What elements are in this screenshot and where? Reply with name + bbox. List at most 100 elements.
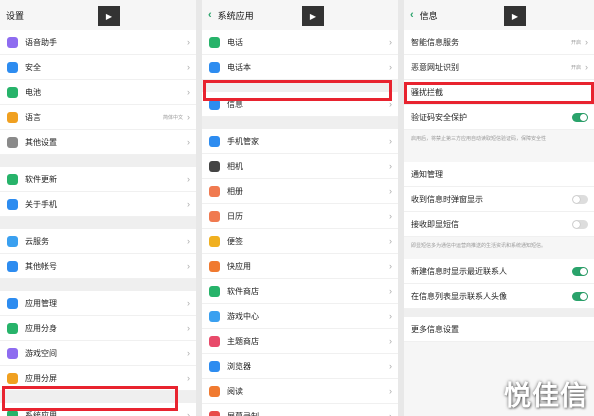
notes-icon: [209, 235, 220, 247]
play-button[interactable]: ▶: [302, 6, 324, 26]
page-header: ‹ 信息 ▶: [404, 0, 594, 30]
popup-row: 收到信息时弹窗显示: [404, 187, 594, 212]
page-title: 系统应用: [217, 10, 254, 21]
list-item[interactable]: 电话本 ›: [202, 55, 398, 80]
divider: [0, 217, 196, 229]
play-button[interactable]: ▶: [98, 6, 120, 26]
list-item-label: 应用分身: [25, 323, 57, 333]
list-item[interactable]: 浏览器 ›: [202, 354, 398, 379]
list-item[interactable]: 阅读 ›: [202, 379, 398, 404]
list-item[interactable]: 应用管理 ›: [0, 291, 196, 316]
chevron-right-icon: ›: [389, 361, 392, 371]
game-icon: [7, 347, 18, 359]
chevron-right-icon: ›: [187, 199, 190, 209]
back-arrow-icon[interactable]: ‹: [410, 9, 414, 21]
camera-icon: [209, 160, 220, 172]
chevron-right-icon: ›: [187, 373, 190, 383]
malicious-url-row[interactable]: 恶意网址识别 开启 ›: [404, 55, 594, 80]
play-icon: ▶: [511, 11, 519, 21]
photos-icon: [209, 185, 220, 197]
list-item[interactable]: 快应用 ›: [202, 254, 398, 279]
list-item[interactable]: 手机管家 ›: [202, 129, 398, 154]
chevron-right-icon: ›: [389, 386, 392, 396]
list-item-label: 相机: [227, 161, 243, 171]
smart-info-service-row[interactable]: 智能信息服务 开启 ›: [404, 30, 594, 55]
list-item-label: 语音助手: [25, 37, 57, 47]
shield-icon: [209, 135, 220, 147]
more-settings-row[interactable]: 更多信息设置: [404, 317, 594, 342]
list-item-label: 其他帐号: [25, 261, 57, 271]
chevron-right-icon: ›: [389, 261, 392, 271]
verify-code-toggle[interactable]: [572, 112, 588, 122]
list-item-label: 日历: [227, 211, 243, 221]
split-icon: [7, 372, 18, 384]
list-item-label: 主题商店: [227, 336, 259, 346]
clone-icon: [7, 322, 18, 334]
chevron-right-icon: ›: [585, 62, 588, 72]
watermark: 悦佳信: [504, 381, 588, 412]
contact-avatar-toggle[interactable]: [572, 291, 588, 301]
list-item[interactable]: 屏幕录制 ›: [202, 404, 398, 416]
page-header: 设置 ▶: [0, 0, 196, 30]
list-item-value: 简体中文: [162, 114, 183, 121]
messages-panel: ‹ 信息 ▶ 智能信息服务 开启 › 恶意网址识别 开启 › 骚扰拦截 验证码安…: [404, 0, 594, 416]
list-item[interactable]: 主题商店 ›: [202, 329, 398, 354]
chevron-right-icon: ›: [389, 336, 392, 346]
list-item[interactable]: 关于手机 ›: [0, 192, 196, 217]
theme-icon: [209, 335, 220, 347]
list-item-label: 游戏中心: [227, 311, 259, 321]
recent-contacts-row: 新建信息时显示最近联系人: [404, 259, 594, 284]
chevron-right-icon: ›: [187, 261, 190, 271]
mic-icon: [7, 36, 18, 48]
list-item[interactable]: 相机 ›: [202, 154, 398, 179]
list-item-label: 应用管理: [25, 298, 57, 308]
update-icon: [7, 173, 18, 185]
list-item-label: 屏幕录制: [227, 411, 259, 416]
list-item[interactable]: 其他设置 ›: [0, 130, 196, 155]
list-item[interactable]: 云服务 ›: [0, 229, 196, 254]
calendar-icon: [209, 210, 220, 222]
gear-icon: [7, 136, 18, 148]
list-item[interactable]: 软件更新 ›: [0, 167, 196, 192]
play-icon: ▶: [309, 11, 317, 21]
page-title: 信息: [419, 10, 438, 21]
instant-sms-note: 即显短信多为通信中运营商推送的生活资讯和系统通知短信。: [404, 237, 594, 259]
quickapp-icon: [209, 260, 220, 272]
list-item-label: 电话: [227, 37, 243, 47]
chevron-right-icon: ›: [389, 136, 392, 146]
list-item[interactable]: 日历 ›: [202, 204, 398, 229]
list-item-label: 手机管家: [227, 136, 259, 146]
chevron-right-icon: ›: [187, 410, 190, 416]
popup-toggle[interactable]: [572, 194, 588, 204]
list-item[interactable]: 应用分身 ›: [0, 316, 196, 341]
list-item[interactable]: 其他帐号 ›: [0, 254, 196, 279]
shield-icon: [7, 61, 18, 73]
list-item[interactable]: 便签 ›: [202, 229, 398, 254]
list-item[interactable]: 游戏空间 ›: [0, 341, 196, 366]
divider: [0, 155, 196, 167]
chevron-right-icon: ›: [389, 37, 392, 47]
list-item-label: 关于手机: [25, 199, 57, 209]
verify-code-note: 启用后，将禁止第三方应用自动读取短信验证码，保障安全性: [404, 130, 594, 162]
divider: [0, 279, 196, 291]
list-item[interactable]: 相册 ›: [202, 179, 398, 204]
instant-sms-toggle[interactable]: [572, 219, 588, 229]
list-item-label: 应用分屏: [25, 373, 57, 383]
list-item[interactable]: 电池 ›: [0, 80, 196, 105]
recent-contacts-toggle[interactable]: [572, 266, 588, 276]
chevron-right-icon: ›: [187, 112, 190, 122]
chevron-right-icon: ›: [389, 411, 392, 416]
divider: [404, 309, 594, 317]
back-arrow-icon[interactable]: ‹: [208, 9, 212, 21]
list-item[interactable]: 软件商店 ›: [202, 279, 398, 304]
list-item[interactable]: 语音助手 ›: [0, 30, 196, 55]
list-item[interactable]: 安全 ›: [0, 55, 196, 80]
play-icon: ▶: [105, 11, 113, 21]
play-button[interactable]: ▶: [504, 6, 526, 26]
list-item[interactable]: 电话 ›: [202, 30, 398, 55]
list-item[interactable]: 语言 简体中文 ›: [0, 105, 196, 130]
notification-manage-row[interactable]: 通知管理: [404, 162, 594, 187]
list-item[interactable]: 游戏中心 ›: [202, 304, 398, 329]
chevron-right-icon: ›: [187, 298, 190, 308]
settings-list: 语音助手 › 安全 › 电池 › 语言 简体中文 › 其他设置 › 软件更新 › 关于手机 › 云服务 › 其他帐…: [0, 30, 196, 416]
